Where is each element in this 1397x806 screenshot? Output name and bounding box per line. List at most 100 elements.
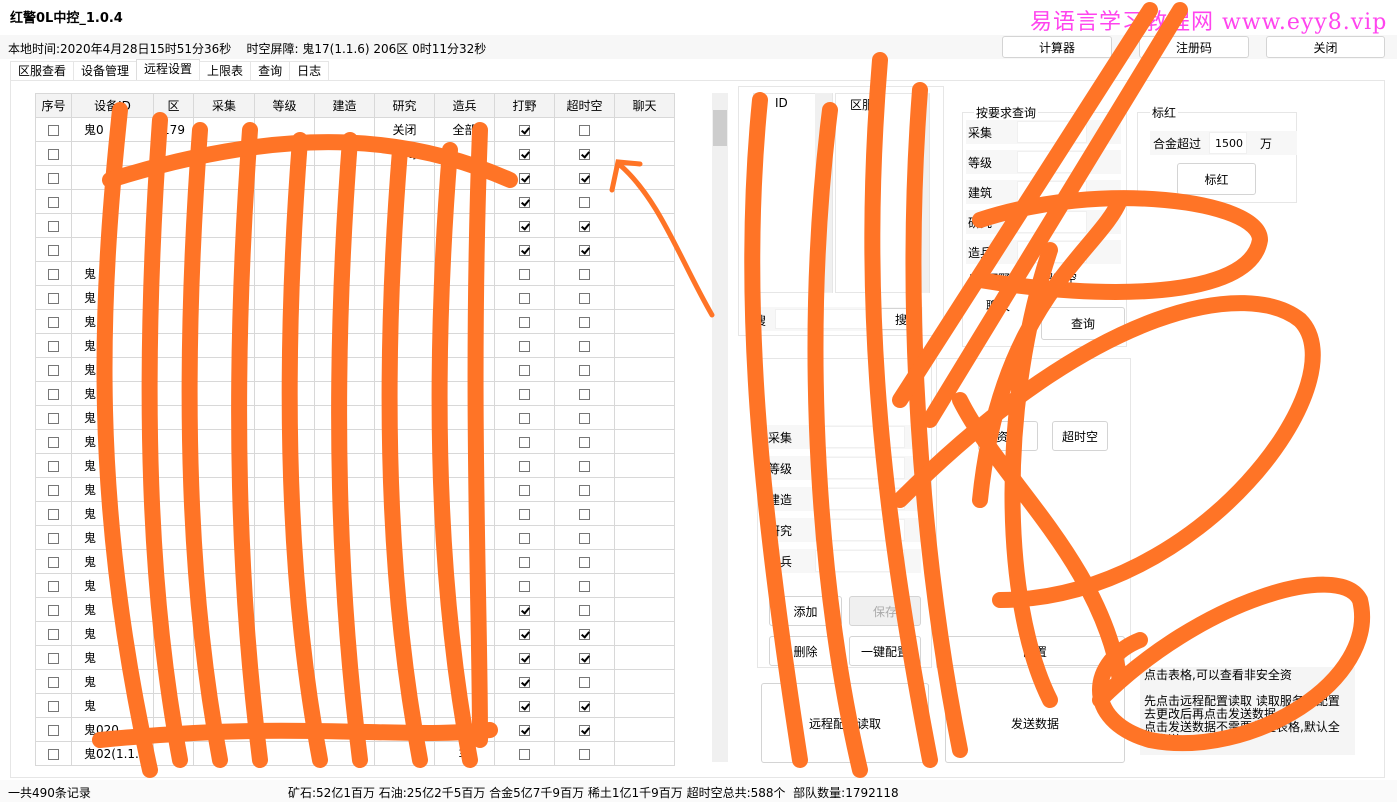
wild-checkbox[interactable] [519, 244, 530, 256]
row-checkbox[interactable] [48, 172, 59, 184]
row-checkbox[interactable] [48, 460, 59, 472]
column-header[interactable]: 区 [153, 93, 194, 118]
calculator-button[interactable]: 计算器 [1002, 36, 1112, 58]
wild-checkbox[interactable] [519, 652, 530, 664]
chrono-checkbox[interactable] [579, 700, 590, 712]
tab-4[interactable]: 查询 [250, 61, 291, 81]
chrono-checkbox[interactable] [579, 436, 590, 448]
chrono-checkbox[interactable] [579, 556, 590, 568]
tab-1[interactable]: 设备管理 [73, 61, 138, 81]
row-checkbox[interactable] [48, 676, 59, 688]
query-field-select[interactable] [1017, 241, 1087, 263]
wild-checkbox[interactable] [519, 748, 530, 760]
search-button[interactable]: 搜 [880, 308, 922, 330]
wild-checkbox[interactable] [519, 676, 530, 688]
chrono-button[interactable]: 超时空 [1052, 421, 1108, 451]
config-field-select[interactable] [815, 457, 905, 479]
wild-checkbox[interactable] [519, 148, 530, 160]
table-row[interactable] [35, 213, 675, 238]
column-header[interactable]: 等级 [254, 93, 315, 118]
column-header[interactable]: 建造 [314, 93, 375, 118]
alloy-threshold-input[interactable] [1209, 132, 1247, 154]
row-checkbox[interactable] [48, 124, 59, 136]
chrono-checkbox[interactable] [579, 580, 590, 592]
chrono-checkbox[interactable] [579, 124, 590, 136]
wild-checkbox[interactable] [519, 580, 530, 592]
chrono-checkbox[interactable] [579, 316, 590, 328]
tab-2[interactable]: 远程设置 [136, 59, 201, 81]
chrono-checkbox[interactable] [579, 676, 590, 688]
table-row[interactable]: 鬼 [35, 501, 675, 526]
table-scroll-thumb[interactable] [713, 110, 727, 146]
one-key-config-button[interactable]: 一键配置 [849, 636, 921, 666]
wild-checkbox[interactable] [519, 172, 530, 184]
chrono-checkbox[interactable] [579, 628, 590, 640]
wild-checkbox[interactable] [519, 412, 530, 424]
row-checkbox[interactable] [48, 508, 59, 520]
search-input[interactable] [775, 309, 875, 329]
row-checkbox[interactable] [48, 628, 59, 640]
row-checkbox[interactable] [48, 700, 59, 712]
table-row[interactable]: 鬼 [35, 525, 675, 550]
wild-checkbox[interactable] [519, 724, 530, 736]
row-checkbox[interactable] [48, 484, 59, 496]
chrono-checkbox[interactable] [579, 532, 590, 544]
chrono-checkbox[interactable] [579, 460, 590, 472]
table-row[interactable]: 鬼0 179 关闭 全部 [35, 117, 675, 142]
row-checkbox[interactable] [48, 364, 59, 376]
wild-checkbox[interactable] [519, 340, 530, 352]
row-checkbox[interactable] [48, 244, 59, 256]
row-checkbox[interactable] [48, 580, 59, 592]
chrono-checkbox[interactable] [579, 652, 590, 664]
row-checkbox[interactable] [48, 268, 59, 280]
chrono-checkbox[interactable] [579, 220, 590, 232]
tab-5[interactable]: 日志 [289, 61, 330, 81]
query-button[interactable]: 查询 [1041, 307, 1125, 340]
wild-checkbox[interactable] [519, 196, 530, 208]
config-field-select[interactable] [815, 550, 905, 572]
table-row[interactable]: 鬼 [35, 261, 675, 286]
row-checkbox[interactable] [48, 292, 59, 304]
table-row[interactable]: 鬼 [35, 285, 675, 310]
chrono-checkbox[interactable] [579, 364, 590, 376]
row-checkbox[interactable] [48, 340, 59, 352]
table-row[interactable]: 鬼 [35, 597, 675, 622]
register-code-button[interactable]: 注册码 [1139, 36, 1249, 58]
table-scrollbar[interactable] [712, 93, 728, 762]
query-field-select[interactable] [1017, 151, 1087, 173]
table-row[interactable]: 鬼 [35, 429, 675, 454]
chrono-checkbox[interactable] [579, 724, 590, 736]
row-checkbox[interactable] [48, 388, 59, 400]
wild-checkbox[interactable] [519, 484, 530, 496]
chrono-checkbox[interactable] [579, 244, 590, 256]
table-row[interactable]: 鬼 [35, 381, 675, 406]
column-header[interactable]: 研究 [374, 93, 435, 118]
column-header[interactable]: 聊天 [614, 93, 675, 118]
table-row[interactable] [35, 165, 675, 190]
wild-checkbox[interactable] [519, 292, 530, 304]
row-checkbox[interactable] [48, 748, 59, 760]
id-list-scrollbar[interactable] [815, 93, 832, 293]
column-header[interactable]: 序号 [35, 93, 72, 118]
table-row[interactable]: 鬼 [35, 309, 675, 334]
table-row[interactable]: 鬼 [35, 453, 675, 478]
table-row[interactable] [35, 237, 675, 262]
config-button[interactable]: 配置 [945, 636, 1125, 666]
row-checkbox[interactable] [48, 148, 59, 160]
wild-checkbox[interactable] [519, 628, 530, 640]
row-checkbox[interactable] [48, 220, 59, 232]
config-field-select[interactable] [815, 488, 905, 510]
chrono-checkbox[interactable] [579, 148, 590, 160]
table-row[interactable]: 鬼 [35, 405, 675, 430]
row-checkbox[interactable] [48, 436, 59, 448]
chrono-checkbox[interactable] [579, 268, 590, 280]
table-row[interactable]: 鬼020 部 [35, 717, 675, 742]
delete-button[interactable]: 删除 [769, 636, 842, 666]
table-row[interactable]: 鬼 [35, 669, 675, 694]
table-row[interactable]: 鬼 [35, 645, 675, 670]
tab-0[interactable]: 区服查看 [10, 61, 75, 81]
table-row[interactable] [35, 189, 675, 214]
send-data-button[interactable]: 发送数据 [945, 683, 1125, 763]
wild-checkbox[interactable] [519, 508, 530, 520]
column-header[interactable]: 设备ID [71, 93, 154, 118]
